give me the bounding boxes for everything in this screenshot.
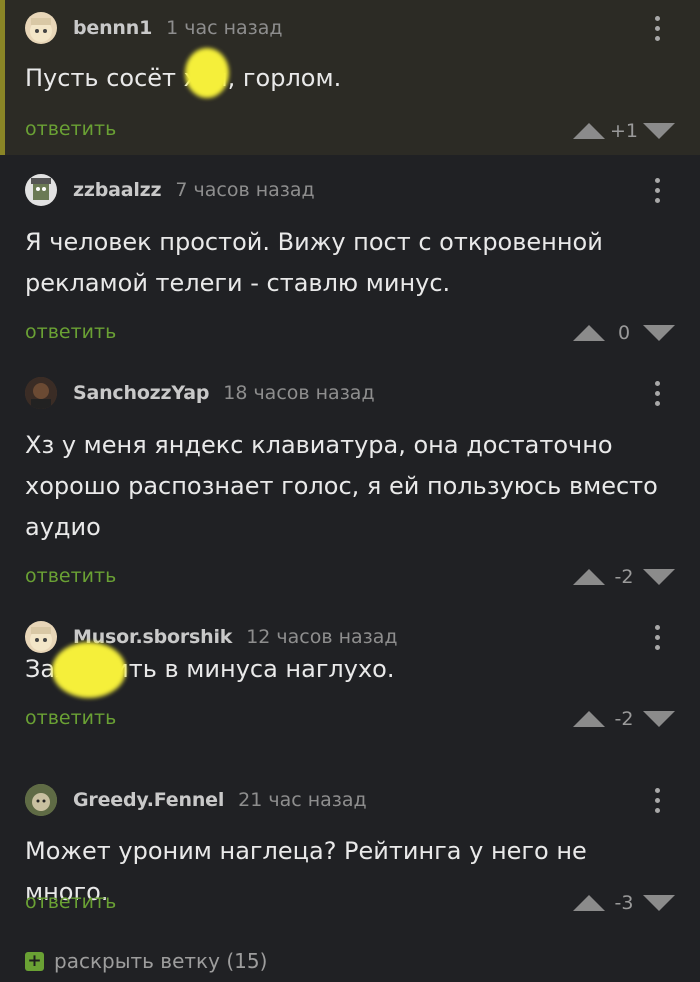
- comment-header: bennn1 1 час назад: [25, 12, 283, 44]
- downvote-icon[interactable]: [643, 325, 675, 341]
- vote-controls: -3: [573, 892, 675, 914]
- reply-link[interactable]: ответить: [25, 891, 116, 913]
- comment-header: Greedy.Fennel 21 час назад: [25, 784, 367, 816]
- username[interactable]: Greedy.Fennel: [73, 789, 224, 811]
- username[interactable]: bennn1: [73, 17, 152, 39]
- upvote-icon[interactable]: [573, 569, 605, 585]
- downvote-icon[interactable]: [643, 123, 675, 139]
- comment-text: Я человек простой. Вижу пост с откровенн…: [25, 228, 603, 297]
- comment: Musor.sborshik 12 часов назад Захуярить …: [0, 602, 700, 764]
- more-options-icon[interactable]: [654, 788, 660, 813]
- avatar[interactable]: [25, 784, 57, 816]
- comment-text: Пусть сосёт хуй, горлом.: [25, 64, 342, 92]
- comment: SanchozzYap 18 часов назад Хз у меня янд…: [0, 358, 700, 602]
- timestamp: 12 часов назад: [246, 626, 398, 648]
- downvote-icon[interactable]: [643, 895, 675, 911]
- rating-score: -2: [614, 708, 634, 730]
- comment-header: zzbaalzz 7 часов назад: [25, 174, 315, 206]
- rating-score: 0: [617, 322, 631, 344]
- vote-controls: -2: [573, 708, 675, 730]
- upvote-icon[interactable]: [573, 711, 605, 727]
- username[interactable]: zzbaalzz: [73, 179, 162, 201]
- upvote-icon[interactable]: [573, 325, 605, 341]
- comment-header: SanchozzYap 18 часов назад: [25, 377, 375, 409]
- timestamp: 7 часов назад: [175, 179, 315, 201]
- vote-controls: +1: [573, 120, 675, 142]
- censor-blot: [52, 642, 126, 698]
- rating-score: -2: [614, 566, 634, 588]
- upvote-icon[interactable]: [573, 123, 605, 139]
- vote-controls: 0: [573, 322, 675, 344]
- upvote-icon[interactable]: [573, 895, 605, 911]
- vote-controls: -2: [573, 566, 675, 588]
- timestamp: 1 час назад: [166, 17, 283, 39]
- comment-text: Хз у меня яндекс клавиатура, она достато…: [25, 431, 658, 541]
- timestamp: 21 час назад: [238, 789, 367, 811]
- reply-link[interactable]: ответить: [25, 565, 116, 587]
- avatar-image: [30, 18, 52, 42]
- comment: Greedy.Fennel 21 час назад Может уроним …: [0, 764, 700, 926]
- more-options-icon[interactable]: [654, 16, 660, 41]
- reply-link[interactable]: ответить: [25, 321, 116, 343]
- more-options-icon[interactable]: [654, 625, 660, 650]
- avatar-image: [25, 784, 57, 816]
- censor-blot: [185, 48, 229, 98]
- avatar-image: [25, 377, 57, 409]
- comment: bennn1 1 час назад Пусть сосёт хуй, горл…: [0, 0, 700, 155]
- rating-score: -3: [614, 892, 634, 914]
- timestamp: 18 часов назад: [223, 382, 375, 404]
- downvote-icon[interactable]: [643, 711, 675, 727]
- plus-icon: +: [25, 951, 44, 971]
- avatar[interactable]: [25, 174, 57, 206]
- expand-thread-button[interactable]: + раскрыть ветку (15): [25, 949, 267, 973]
- expand-thread-label: раскрыть ветку (15): [54, 949, 268, 973]
- avatar-image: [31, 178, 51, 200]
- avatar[interactable]: [25, 12, 57, 44]
- more-options-icon[interactable]: [654, 178, 660, 203]
- reply-link[interactable]: ответить: [25, 707, 116, 729]
- more-options-icon[interactable]: [654, 381, 660, 406]
- reply-link[interactable]: ответить: [25, 118, 116, 140]
- username[interactable]: SanchozzYap: [73, 382, 209, 404]
- rating-score: +1: [609, 120, 638, 142]
- downvote-icon[interactable]: [643, 569, 675, 585]
- comment: zzbaalzz 7 часов назад Я человек простой…: [0, 155, 700, 358]
- avatar[interactable]: [25, 377, 57, 409]
